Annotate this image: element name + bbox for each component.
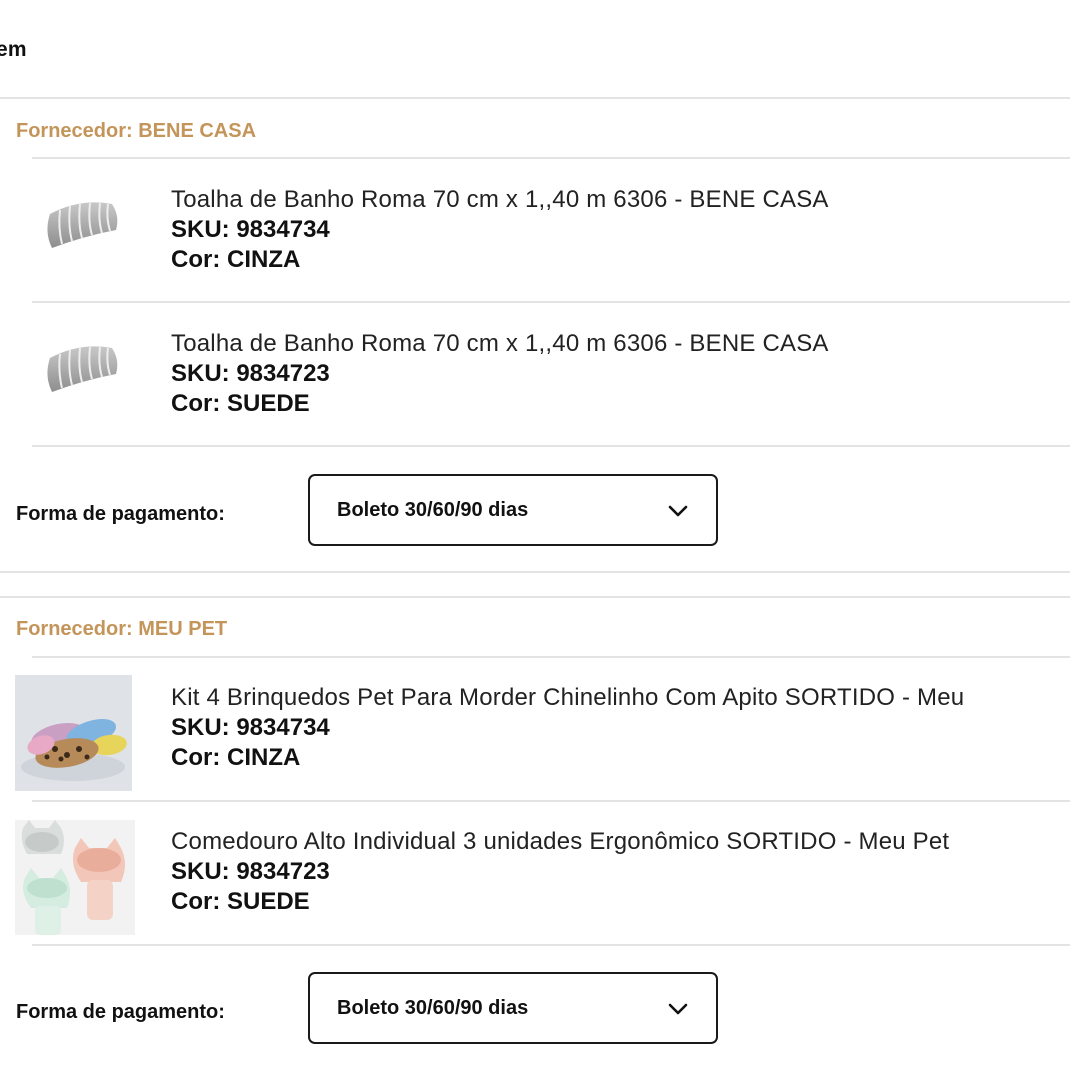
cart-item: Kit 4 Brinquedos Pet Para Morder Chineli… (0, 675, 1070, 824)
product-title[interactable]: Toalha de Banho Roma 70 cm x 1,,40 m 630… (171, 186, 829, 214)
supplier-name: Fornecedor: MEU PET (16, 618, 228, 640)
supplier-name: Fornecedor: BENE CASA (16, 120, 257, 142)
towel-image (40, 336, 126, 396)
product-sku: SKU: 9834723 (171, 360, 330, 387)
page-heading: em (0, 38, 27, 61)
divider (32, 800, 1070, 802)
divider (32, 944, 1070, 946)
divider (0, 596, 1070, 598)
cart-item: Toalha de Banho Roma 70 cm x 1,,40 m 630… (0, 186, 1070, 326)
product-sku: SKU: 9834734 (171, 714, 330, 741)
divider (32, 301, 1070, 303)
towel-image (40, 192, 126, 252)
chevron-down-icon (668, 505, 688, 517)
pet-bowls-image (15, 820, 135, 935)
product-color: Cor: SUEDE (171, 888, 310, 915)
cart-item: Comedouro Alto Individual 3 unidades Erg… (0, 820, 1070, 968)
pet-toys-image (15, 675, 132, 791)
product-title[interactable]: Toalha de Banho Roma 70 cm x 1,,40 m 630… (171, 330, 829, 358)
product-sku: SKU: 9834723 (171, 858, 330, 885)
payment-method-value: Boleto 30/60/90 dias (337, 997, 529, 1019)
payment-method-select[interactable]: Boleto 30/60/90 dias (308, 474, 718, 546)
divider (0, 97, 1070, 99)
product-sku: SKU: 9834734 (171, 216, 330, 243)
divider (0, 571, 1070, 573)
divider (32, 157, 1070, 159)
payment-label: Forma de pagamento: (16, 1001, 225, 1023)
chevron-down-icon (668, 1003, 688, 1015)
cart-item: Toalha de Banho Roma 70 cm x 1,,40 m 630… (0, 330, 1070, 470)
product-color: Cor: CINZA (171, 744, 301, 771)
payment-label: Forma de pagamento: (16, 503, 225, 525)
product-title[interactable]: Kit 4 Brinquedos Pet Para Morder Chineli… (171, 684, 964, 712)
product-color: Cor: CINZA (171, 246, 301, 273)
divider (32, 656, 1070, 658)
payment-method-value: Boleto 30/60/90 dias (337, 499, 529, 521)
product-color: Cor: SUEDE (171, 390, 310, 417)
divider (32, 445, 1070, 447)
product-title[interactable]: Comedouro Alto Individual 3 unidades Erg… (171, 828, 949, 856)
payment-method-select[interactable]: Boleto 30/60/90 dias (308, 972, 718, 1044)
